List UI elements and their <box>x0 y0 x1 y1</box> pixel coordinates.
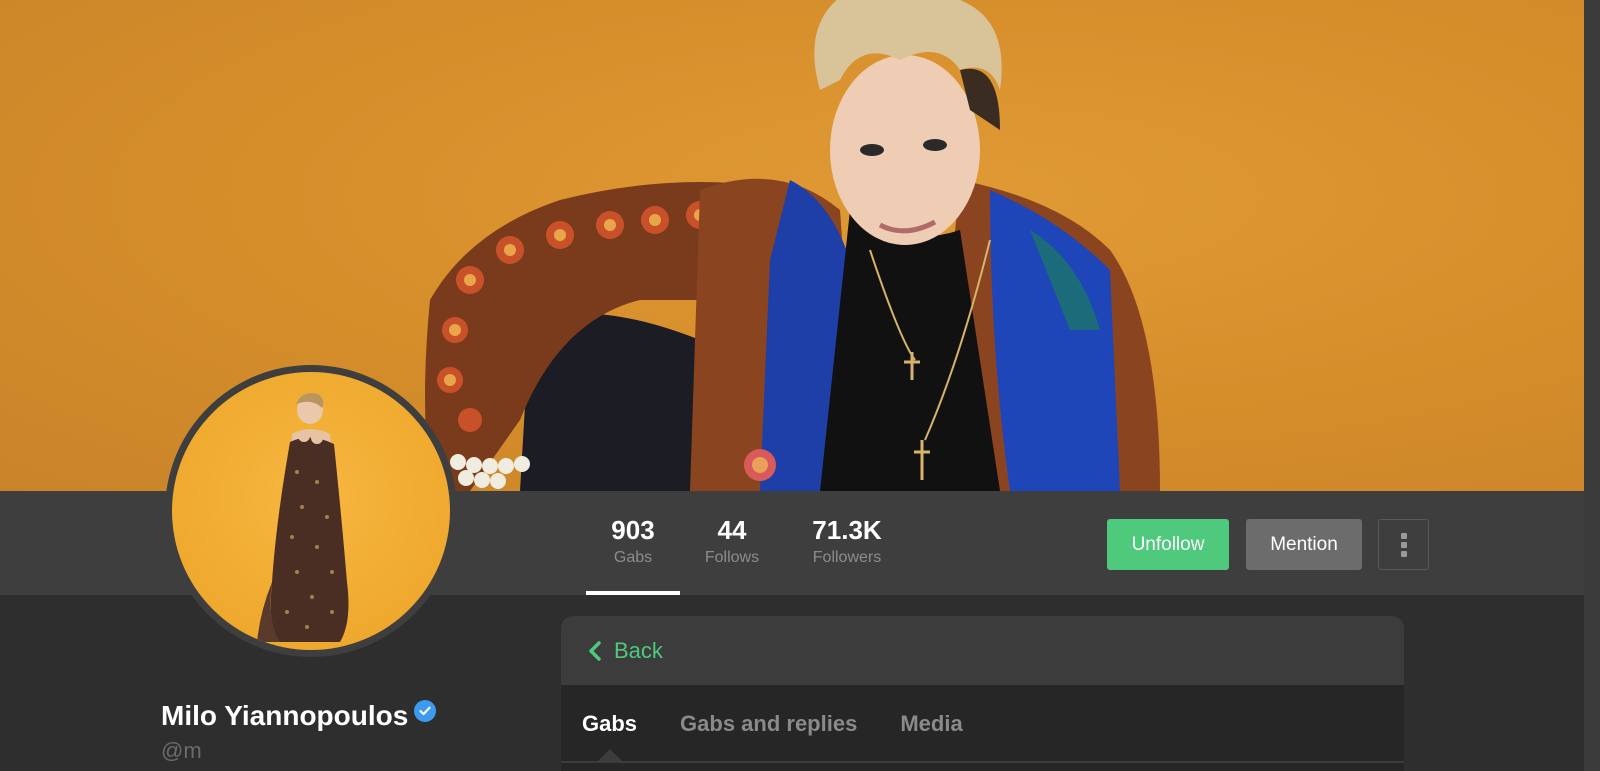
back-label: Back <box>614 637 663 663</box>
avatar[interactable] <box>165 365 457 657</box>
unfollow-button[interactable]: Unfollow <box>1107 519 1229 570</box>
back-button[interactable]: Back <box>561 616 1404 685</box>
stat-gabs-value: 903 <box>611 515 655 545</box>
tab-gabs[interactable]: Gabs <box>582 711 638 761</box>
tab-gabs-and-replies-label: Gabs and replies <box>680 711 858 736</box>
profile-stats: 903 Gabs 44 Follows 71.3K Followers <box>586 491 910 595</box>
feed-panel: Back Gabs Gabs and replies Media <box>561 616 1404 771</box>
tab-media-label: Media <box>900 711 963 736</box>
stat-follows-label: Follows <box>704 549 760 566</box>
mention-button[interactable]: Mention <box>1246 519 1362 570</box>
stat-follows-value: 44 <box>717 515 747 545</box>
more-options-button[interactable] <box>1378 519 1429 570</box>
stat-followers-value: 71.3K <box>812 515 882 545</box>
tab-gabs-and-replies[interactable]: Gabs and replies <box>680 711 857 737</box>
feed-tabs: Gabs Gabs and replies Media <box>561 685 1404 771</box>
avatar-portrait-image <box>257 393 349 642</box>
profile-handle: @m <box>161 738 202 763</box>
more-vertical-icon <box>1400 532 1407 539</box>
display-name-text: Milo Yiannopoulos <box>161 700 409 731</box>
chevron-left-icon <box>589 640 601 661</box>
more-vertical-icon <box>1400 541 1407 548</box>
verified-badge-icon <box>414 700 437 722</box>
tabs-divider <box>561 761 1404 763</box>
profile-page: 903 Gabs 44 Follows 71.3K Followers Unfo… <box>0 0 1600 771</box>
stat-followers[interactable]: 71.3K Followers <box>784 491 910 595</box>
stat-follows[interactable]: 44 Follows <box>680 491 784 595</box>
stat-gabs-label: Gabs <box>613 549 653 566</box>
avatar-image <box>172 372 450 650</box>
stat-gabs[interactable]: 903 Gabs <box>586 491 680 595</box>
scrollbar-track[interactable] <box>1584 0 1600 771</box>
tab-media[interactable]: Media <box>900 711 962 737</box>
stat-followers-label: Followers <box>812 549 882 566</box>
tab-gabs-label: Gabs <box>582 711 638 736</box>
more-vertical-icon <box>1400 550 1407 557</box>
profile-name: Milo Yiannopoulos <box>161 700 437 732</box>
active-tab-caret-icon <box>598 749 622 761</box>
